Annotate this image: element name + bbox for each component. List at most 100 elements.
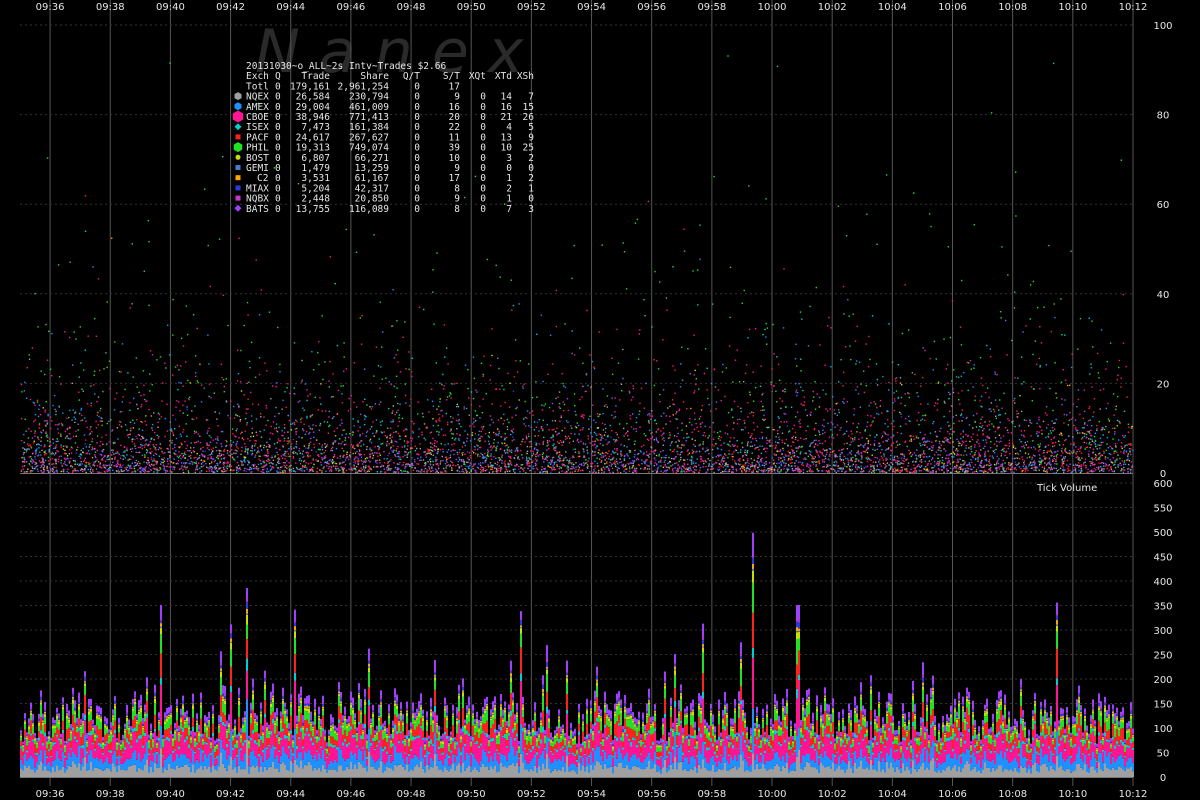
- trade-point: [283, 464, 285, 467]
- trade-point: [1021, 410, 1023, 413]
- trade-point: [399, 403, 401, 405]
- trade-point: [336, 412, 339, 415]
- trade-point: [184, 453, 187, 456]
- trade-point: [197, 381, 199, 384]
- trade-point: [188, 398, 191, 401]
- trade-point: [691, 461, 693, 463]
- trade-point: [935, 451, 938, 453]
- trade-point: [708, 404, 710, 406]
- trade-point: [761, 460, 763, 462]
- trade-point: [785, 438, 788, 441]
- trade-point: [240, 453, 242, 456]
- trade-point: [1002, 435, 1005, 437]
- trade-point: [1124, 435, 1126, 437]
- trade-point: [305, 447, 307, 449]
- trade-point: [432, 454, 434, 456]
- trade-point: [49, 458, 51, 460]
- trade-point: [321, 315, 323, 317]
- trade-point: [62, 412, 64, 414]
- trade-point: [247, 464, 249, 466]
- trade-point: [879, 405, 881, 407]
- trade-point: [398, 434, 401, 437]
- trade-point: [169, 440, 171, 442]
- trade-point: [236, 380, 239, 382]
- trade-point: [658, 453, 660, 456]
- trade-point: [210, 397, 212, 399]
- trade-point: [1064, 447, 1067, 450]
- trade-point: [810, 414, 812, 416]
- trade-point: [1105, 464, 1108, 466]
- trade-point: [63, 469, 65, 471]
- trade-point: [903, 463, 905, 465]
- trade-point: [254, 467, 256, 469]
- trade-point: [672, 464, 674, 466]
- trade-point: [1067, 467, 1069, 470]
- trade-point: [445, 456, 447, 458]
- trade-point: [681, 346, 683, 348]
- trade-point: [378, 452, 381, 454]
- trade-point: [143, 384, 145, 387]
- trade-point: [1116, 419, 1119, 422]
- trade-point: [542, 380, 544, 383]
- trade-point: [701, 404, 704, 407]
- trade-point: [95, 427, 98, 429]
- trade-point: [1052, 442, 1054, 444]
- trade-point: [512, 431, 514, 434]
- trade-point: [607, 442, 609, 444]
- trade-point: [765, 198, 767, 200]
- trade-point: [390, 383, 393, 386]
- trade-point: [871, 421, 873, 424]
- trade-point: [144, 454, 146, 456]
- trade-point: [1008, 439, 1011, 442]
- trade-point: [738, 381, 741, 383]
- trade-point: [247, 314, 249, 316]
- trade-point: [300, 381, 303, 383]
- trade-point: [507, 466, 510, 468]
- trade-point: [888, 381, 890, 384]
- trade-point: [972, 427, 974, 429]
- trade-point: [1083, 410, 1086, 413]
- trade-point: [917, 464, 920, 466]
- trade-point: [775, 454, 777, 456]
- trade-point: [1098, 444, 1101, 446]
- trade-point: [534, 435, 536, 437]
- trade-point: [679, 466, 681, 468]
- trade-point: [1122, 293, 1125, 296]
- trade-point: [239, 468, 242, 471]
- trade-point: [530, 440, 532, 443]
- trade-point: [216, 442, 218, 444]
- trade-point: [990, 410, 992, 412]
- trade-point: [326, 461, 329, 463]
- trade-point: [521, 464, 524, 466]
- trade-point: [228, 454, 230, 456]
- trade-point: [1012, 457, 1014, 460]
- trade-point: [1064, 456, 1067, 458]
- trade-point: [849, 444, 851, 446]
- trade-point: [537, 455, 539, 457]
- trade-point: [258, 373, 261, 376]
- trade-point: [472, 468, 474, 470]
- trade-point: [575, 462, 577, 464]
- trade-point: [1095, 454, 1098, 457]
- trade-point: [341, 402, 344, 404]
- trade-point: [136, 386, 138, 388]
- trade-point: [433, 323, 435, 325]
- trade-point: [369, 447, 371, 449]
- trade-point: [895, 446, 897, 449]
- trade-point: [387, 461, 389, 463]
- trade-point: [296, 453, 299, 455]
- trade-point: [226, 467, 228, 470]
- trade-point: [208, 470, 210, 472]
- trade-point: [229, 455, 231, 457]
- trade-point: [616, 440, 618, 442]
- trade-point: [567, 469, 570, 471]
- trade-point: [972, 414, 975, 417]
- trade-point: [702, 466, 704, 468]
- trade-point: [57, 264, 60, 266]
- trade-point: [709, 459, 711, 462]
- trade-point: [589, 442, 591, 444]
- trade-point: [1086, 424, 1089, 427]
- trade-point: [707, 437, 709, 439]
- trade-point: [351, 467, 353, 469]
- trade-point: [157, 421, 159, 423]
